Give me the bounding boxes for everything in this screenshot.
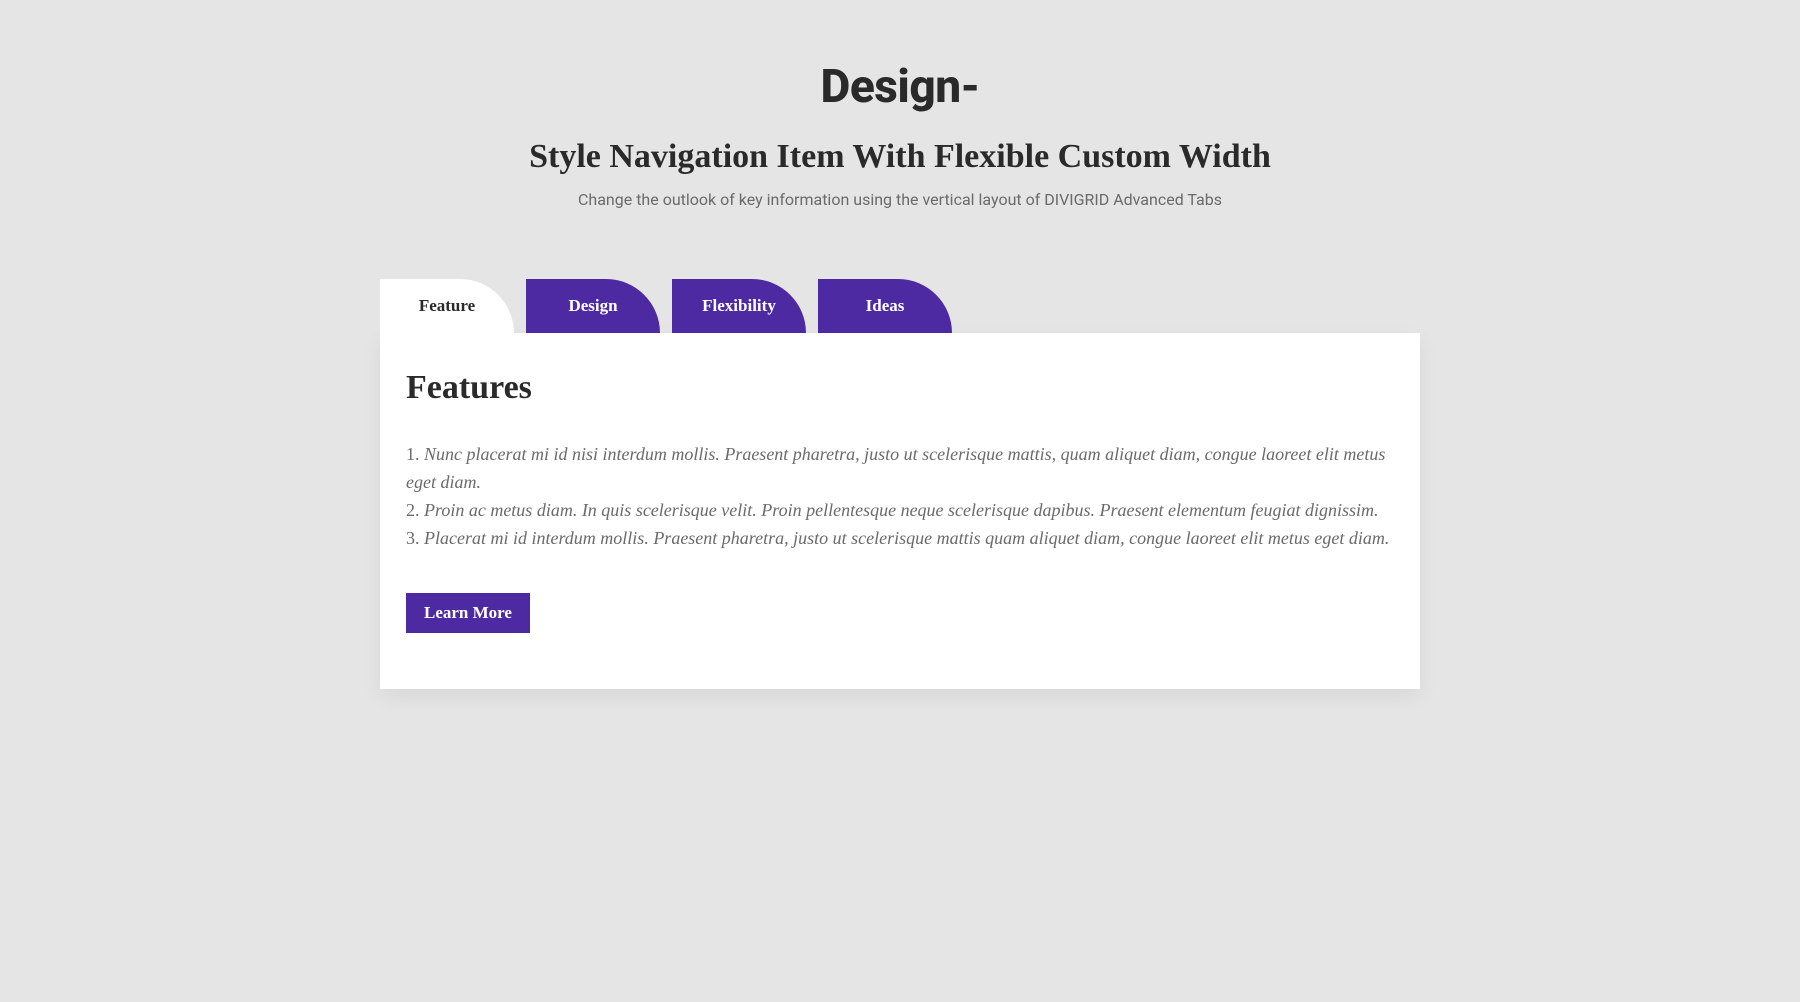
hero-section: Design- Style Navigation Item With Flexi…	[380, 60, 1420, 209]
hero-subtitle: Change the outlook of key information us…	[380, 190, 1420, 209]
list-item: 1. Nunc placerat mi id nisi interdum mol…	[406, 441, 1394, 497]
list-item: 3. Placerat mi id interdum mollis. Praes…	[406, 525, 1394, 553]
tab-list: Feature Design Flexibility Ideas	[380, 279, 1420, 333]
tab-panel: Features 1. Nunc placerat mi id nisi int…	[380, 333, 1420, 689]
panel-title: Features	[406, 369, 1394, 407]
learn-more-button[interactable]: Learn More	[406, 593, 530, 633]
panel-body: 1. Nunc placerat mi id nisi interdum mol…	[406, 441, 1394, 553]
tab-feature[interactable]: Feature	[380, 279, 514, 333]
hero-brand: Design-	[380, 60, 1420, 114]
list-item: 2. Proin ac metus diam. In quis sceleris…	[406, 497, 1394, 525]
hero-title: Style Navigation Item With Flexible Cust…	[380, 138, 1420, 176]
tab-ideas[interactable]: Ideas	[818, 279, 952, 333]
tab-design[interactable]: Design	[526, 279, 660, 333]
tab-flexibility[interactable]: Flexibility	[672, 279, 806, 333]
